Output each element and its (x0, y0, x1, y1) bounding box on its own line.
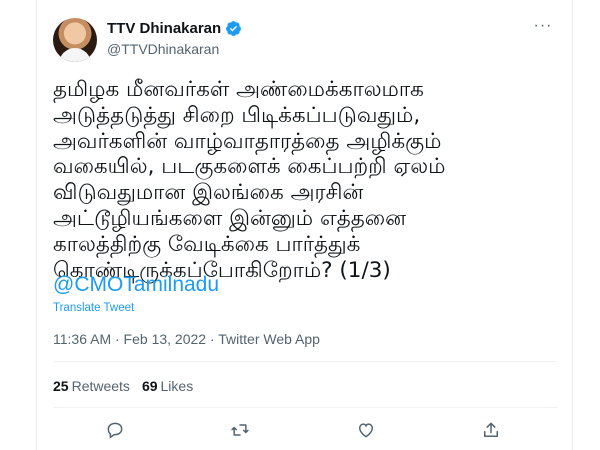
tweet-meta: 11:36 AM · Feb 13, 2022 · Twitter Web Ap… (53, 331, 320, 347)
tweet-detail: TTV Dhinakaran @TTVDhinakaran ··· தமிழக … (37, 0, 572, 450)
share-icon[interactable] (481, 420, 503, 442)
reply-icon[interactable] (105, 420, 127, 442)
likes-count: 69 (141, 378, 158, 394)
likes-stat[interactable]: 69 Likes (142, 378, 193, 394)
tweet-stats: 25 Retweets 69 Likes (53, 378, 193, 394)
action-bar (53, 420, 558, 444)
mention-link[interactable]: @CMOTamilnadu (53, 273, 219, 297)
divider (53, 407, 558, 408)
retweets-stat[interactable]: 25 Retweets (53, 378, 130, 394)
translate-tweet-link[interactable]: Translate Tweet (53, 302, 134, 314)
display-name[interactable]: TTV Dhinakaran (107, 20, 221, 37)
avatar[interactable] (53, 18, 97, 62)
tweet-text: தமிழக மீனவர்கள் அண்மைக்காலமாக அடுத்தடுத்… (53, 77, 446, 283)
like-icon[interactable] (356, 420, 378, 442)
author-name-row[interactable]: TTV Dhinakaran (107, 20, 242, 37)
more-icon[interactable]: ··· (533, 18, 553, 40)
retweets-count: 25 (53, 378, 69, 394)
retweets-label: Retweets (71, 378, 130, 394)
right-divider (572, 0, 573, 450)
divider (53, 361, 558, 362)
verified-badge-icon (225, 20, 242, 37)
user-handle[interactable]: @TTVDhinakaran (107, 41, 219, 57)
likes-label: Likes (160, 378, 194, 394)
retweet-icon[interactable] (230, 420, 252, 442)
